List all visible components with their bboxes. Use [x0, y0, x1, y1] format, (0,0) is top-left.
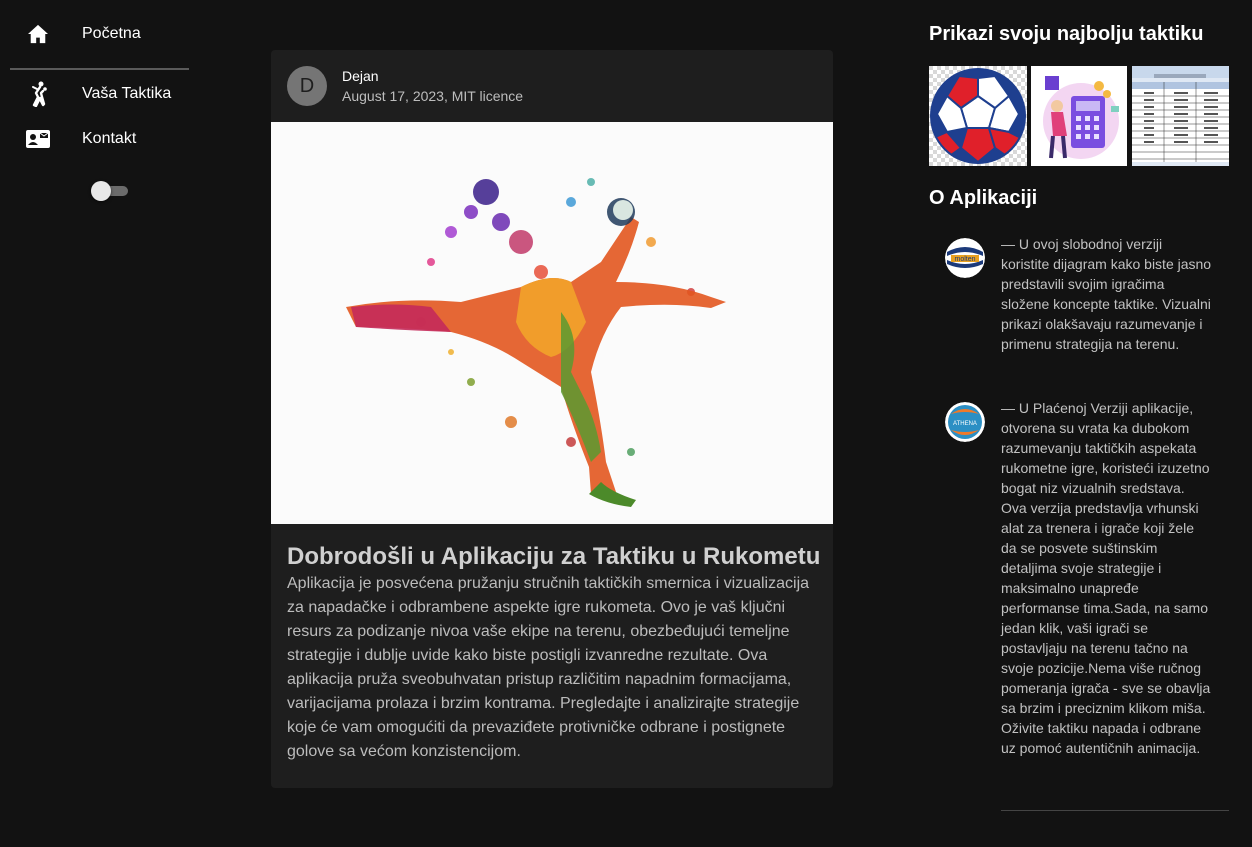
about-text: — U Plaćenoj Verziji aplikacije, otvoren…: [1001, 400, 1211, 756]
moon-icon: [25, 178, 51, 204]
sidebar-item-vasa-taktika[interactable]: Vaša Taktika: [0, 72, 200, 116]
contact-card-icon: [25, 126, 51, 152]
sidebar-item-pocetna[interactable]: Početna: [0, 12, 200, 56]
author-avatar: D: [287, 66, 327, 106]
post-date-license: August 17, 2023, MIT licence: [342, 88, 524, 104]
sidebar-item-label: Kontakt: [82, 130, 137, 147]
post-body: Aplikacija je posvećena pružanju stručni…: [287, 575, 810, 760]
handball-player-icon: [25, 81, 51, 107]
sidebar-item-label: Početna: [82, 25, 141, 42]
athena-ball-avatar: ATHENA: [945, 402, 985, 442]
sidebar-item-kontakt[interactable]: Kontakt: [0, 117, 200, 161]
post-title: Dobrodošli u Aplikaciju za Taktiku u Ruk…: [287, 543, 821, 570]
molten-ball-avatar: molten: [945, 238, 985, 278]
calculator-illustration-thumbnail[interactable]: [1031, 66, 1129, 166]
athena-logo-text: ATHENA: [953, 421, 977, 427]
handball-ball-thumbnail[interactable]: [929, 66, 1027, 166]
about-title: O Aplikaciji: [929, 187, 1038, 209]
post-image: [271, 122, 833, 524]
about-text: — U ovoj slobodnoj verziji koristite dij…: [1001, 236, 1212, 352]
about-divider: [1001, 810, 1229, 811]
toggle-knob: [91, 181, 111, 201]
spreadsheet-table-thumbnail[interactable]: [1132, 66, 1229, 166]
showcase-title: Prikazi svoju najbolju taktiku: [929, 23, 1204, 45]
sidebar-item-label: Vaša Taktika: [82, 85, 172, 102]
post-card: D Dejan August 17, 2023, MIT licence Dob…: [271, 50, 833, 788]
sidebar-divider: [10, 68, 189, 70]
post-header: D Dejan August 17, 2023, MIT licence: [271, 50, 833, 122]
home-icon: [25, 21, 51, 47]
dark-mode-toggle[interactable]: [90, 181, 130, 201]
handball-player-watercolor-illustration: [346, 178, 726, 507]
author-name: Dejan: [342, 68, 379, 84]
molten-logo-text: molten: [954, 256, 975, 263]
